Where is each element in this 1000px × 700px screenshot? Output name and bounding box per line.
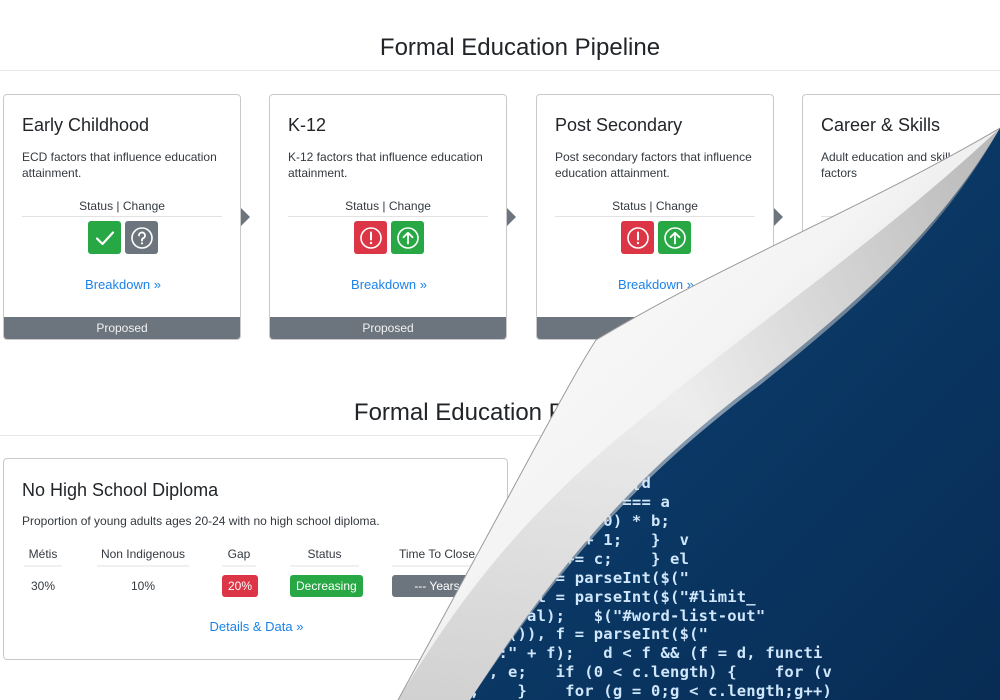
status-indicator xyxy=(354,221,387,254)
card-description: ECD factors that influence education att… xyxy=(22,150,217,180)
metis-value: 30% xyxy=(30,579,56,593)
pipeline-card-early-childhood: Early Childhood ECD factors that influen… xyxy=(3,94,241,340)
arrow-up-circle-icon xyxy=(396,226,419,249)
pipeline-arrow-icon xyxy=(507,208,516,226)
pipeline-arrow-icon xyxy=(774,208,783,226)
time-to-close-badge: --- Years xyxy=(392,575,482,597)
code-line: , -1 < e && b.splice(e, 1); } for (g = 0… xyxy=(60,682,833,700)
question-circle-icon xyxy=(130,226,153,249)
status-icons xyxy=(4,221,240,254)
non-indigenous-value: 10% xyxy=(130,579,156,593)
card-footer-status: Proposed xyxy=(270,317,506,339)
status-change-label: Status | Change xyxy=(288,199,488,217)
breakdown-link[interactable]: Breakdown » xyxy=(537,277,773,292)
card-footer-status: Proposed xyxy=(537,317,773,339)
code-line: 0;d < b.length;d++) { b[d] xyxy=(60,436,642,455)
column-gap: Gap 20% xyxy=(222,547,259,597)
column-header: Status xyxy=(290,547,359,567)
column-metis: Métis 30% xyxy=(24,547,62,597)
column-header: Non Indigenous xyxy=(97,547,189,567)
column-time-to-close: Time To Close --- Years xyxy=(392,547,482,597)
card-title: Post Secondary xyxy=(555,115,683,135)
code-line: , a.reverse(); b = xyxy=(60,379,613,398)
status-change-label: Status | Change xyxy=(22,199,222,217)
card-description: Post secondary factors that influence ed… xyxy=(555,150,752,180)
code-line: array(b[b.length - 1].wo xyxy=(60,360,642,379)
measure-description: Proportion of young adults ages 20-24 wi… xyxy=(22,514,380,528)
change-indicator xyxy=(125,221,158,254)
status-badge: Decreasing xyxy=(290,575,363,597)
status-indicator xyxy=(621,221,654,254)
pipeline-arrow-icon xyxy=(241,208,250,226)
column-status: Status Decreasing xyxy=(290,547,363,597)
breakdown-link[interactable]: Breakdown » xyxy=(270,277,506,292)
breakdown-link[interactable]: Breakdown » xyxy=(4,277,240,292)
pipeline-card-k12: K-12 K-12 factors that influence educati… xyxy=(269,94,507,340)
exclamation-circle-icon xyxy=(626,226,649,249)
card-title: Early Childhood xyxy=(22,115,150,135)
check-icon xyxy=(95,230,114,245)
code-line: _array[a], c) && (c.pu xyxy=(60,341,632,360)
column-header: Métis xyxy=(24,547,62,567)
column-header: Time To Close xyxy=(392,547,482,567)
column-header: Gap xyxy=(222,547,256,567)
status-icons xyxy=(270,221,506,254)
arrow-up-circle-icon xyxy=(663,226,686,249)
pipeline-card-post-secondary: Post Secondary Post secondary factors th… xyxy=(536,94,774,340)
card-footer-status: Proposed xyxy=(4,317,240,339)
change-indicator xyxy=(391,221,424,254)
card-description: K-12 factors that influence education at… xyxy=(288,150,483,180)
gap-badge: 20% xyxy=(222,575,259,597)
details-data-link[interactable]: Details & Data » xyxy=(4,619,509,634)
measure-card-no-high-school-diploma: No High School Diploma Proportion of you… xyxy=(3,458,508,660)
pipeline-section-title: Formal Education Pipeline xyxy=(379,34,661,61)
measure-title: No High School Diploma xyxy=(22,480,219,500)
column-non-indigenous: Non Indigenous 10% xyxy=(97,547,189,597)
card-title: K-12 xyxy=(288,115,327,135)
status-change-label: Status | Change xyxy=(555,199,755,217)
section-divider xyxy=(0,70,1000,71)
exclamation-circle-icon xyxy=(359,226,382,249)
card-title: Career & Skills xyxy=(821,115,941,135)
status-icons xyxy=(537,221,773,254)
status-indicator xyxy=(88,221,121,254)
code-line: )); var n = [], d = d - f, e; if (0 < c.… xyxy=(60,663,833,682)
change-indicator xyxy=(658,221,691,254)
